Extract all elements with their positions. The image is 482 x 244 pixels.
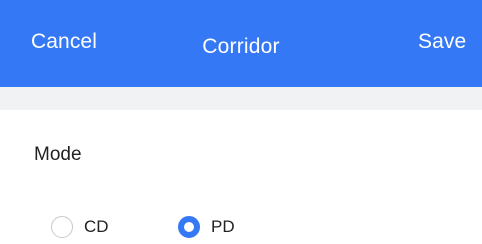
mode-option-cd-label: CD — [84, 217, 109, 236]
section-separator — [0, 87, 482, 110]
mode-label: Mode — [34, 144, 82, 165]
mode-option-cd[interactable]: CD — [51, 213, 109, 241]
radio-unselected-icon[interactable] — [51, 216, 73, 238]
radio-selected-icon[interactable] — [178, 216, 200, 238]
corridor-screen: Cancel Corridor Save Mode CD PD — [0, 0, 482, 244]
mode-option-pd-label: PD — [211, 217, 235, 236]
navigation-bar: Cancel Corridor Save — [0, 0, 482, 87]
save-button[interactable]: Save — [418, 27, 466, 57]
page-title: Corridor — [202, 35, 280, 58]
mode-option-pd[interactable]: PD — [178, 213, 235, 241]
